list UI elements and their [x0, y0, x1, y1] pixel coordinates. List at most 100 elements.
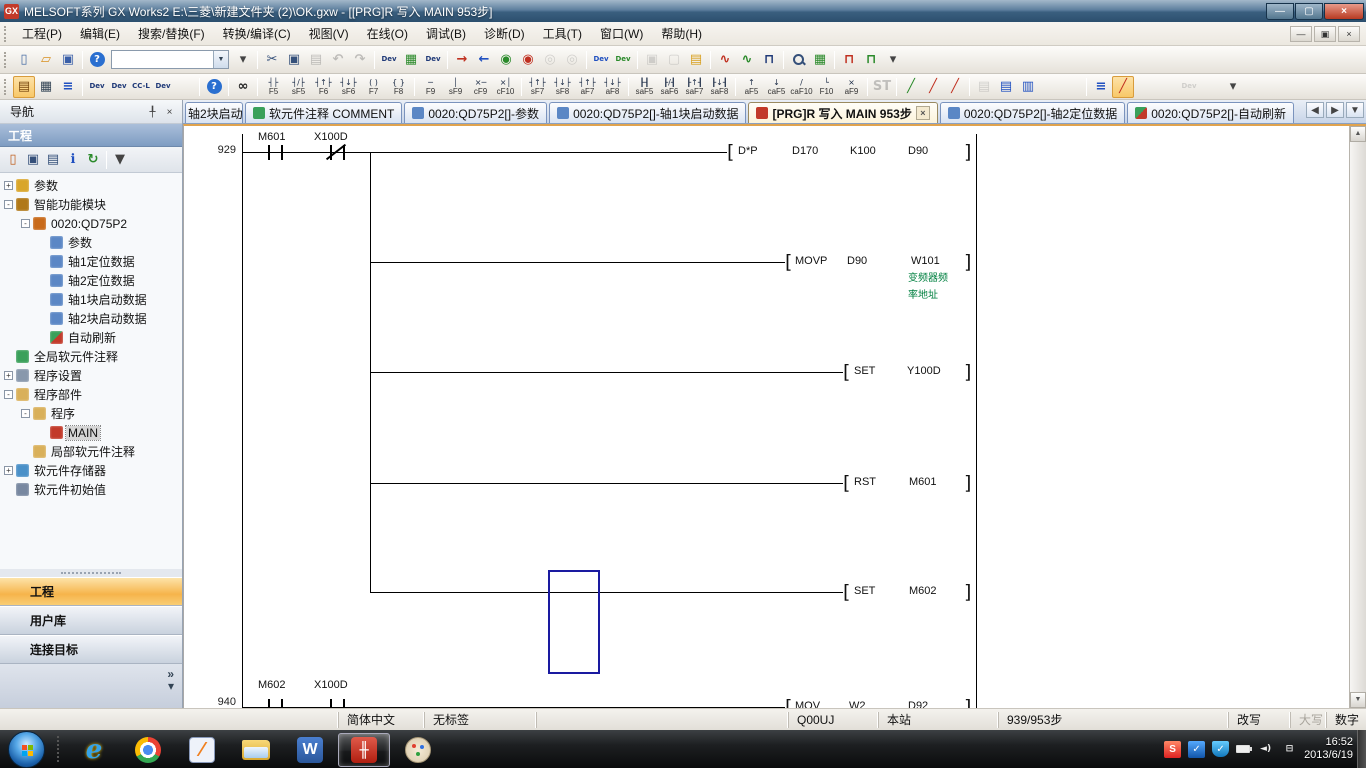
remote-operation[interactable]: ▢	[663, 49, 685, 71]
close-button[interactable]: ×	[1324, 3, 1364, 20]
cut[interactable]: ✂	[261, 49, 283, 71]
filter-dropdown[interactable]: ▼	[110, 150, 130, 170]
ladder-symbol-key[interactable]: └ F10	[814, 75, 839, 98]
write-mode-search[interactable]	[1156, 76, 1178, 98]
toolbar-options-1[interactable]: ▾	[232, 49, 254, 71]
internet-explorer[interactable]: e	[68, 733, 120, 767]
device-find[interactable]	[174, 76, 196, 98]
menu-item[interactable]: 在线(O)	[358, 22, 417, 45]
show-desktop-button[interactable]	[1357, 730, 1366, 768]
watch-combo[interactable]: ▼	[111, 50, 229, 69]
tab-auto-refresh[interactable]: 0020:QD75P2[]-自动刷新	[1127, 102, 1294, 123]
child-close-button[interactable]: ×	[1338, 26, 1360, 42]
device-cc-link[interactable]: CC-L	[130, 76, 152, 98]
note-edit[interactable]: ▥	[1017, 76, 1039, 98]
windows-explorer[interactable]	[230, 733, 282, 767]
monitor-resume[interactable]: ◎	[561, 49, 583, 71]
ladder-symbol-key[interactable]: ( ) F7	[361, 75, 386, 98]
ladder-symbol-key[interactable]: ┤↓├ sF8	[550, 75, 575, 98]
find-binoculars[interactable]: ∞	[232, 76, 254, 98]
edit-ladder[interactable]: ╱	[900, 76, 922, 98]
ladder-symbol-key[interactable]: ┤↓├ aF8	[600, 75, 625, 98]
device-read[interactable]: Dev	[590, 49, 612, 71]
maximize-button[interactable]: ▢	[1295, 3, 1323, 20]
ladder-symbol-key[interactable]: ┠/┨ saF6	[657, 75, 682, 98]
panel-close-icon[interactable]: ×	[161, 104, 178, 120]
paint[interactable]	[392, 733, 444, 767]
verify-with-plc[interactable]: ▣	[641, 49, 663, 71]
monitor-start[interactable]: ◉	[495, 49, 517, 71]
ladder-symbol-key[interactable]: ┤↓├ sF6	[336, 75, 361, 98]
scan-time-graph[interactable]: ⊓	[860, 49, 882, 71]
pin-icon[interactable]: ╀	[144, 104, 161, 120]
vertical-scrollbar[interactable]: ▲ ▼	[1349, 126, 1366, 708]
battery-tray[interactable]	[1236, 745, 1250, 753]
menu-item[interactable]: 视图(V)	[300, 22, 358, 45]
menu-item[interactable]: 搜索/替换(F)	[129, 22, 214, 45]
edit-coil[interactable]: ╱	[944, 76, 966, 98]
sampling-trace-red[interactable]: ∿	[714, 49, 736, 71]
tree-program-setting[interactable]: + 程序设置	[0, 366, 182, 385]
tree-expander[interactable]: -	[21, 219, 30, 228]
views-menu-icon[interactable]: ▾	[168, 680, 174, 692]
save-project[interactable]: ▣	[57, 49, 79, 71]
gx-works2[interactable]: ╫	[338, 733, 390, 767]
view-connection[interactable]: 连接目标	[0, 635, 182, 664]
redo[interactable]: ↷	[349, 49, 371, 71]
device-memory-window[interactable]: Dev	[108, 76, 130, 98]
device-write[interactable]: Dev	[612, 49, 634, 71]
tree-parameter[interactable]: + 参数	[0, 176, 182, 195]
statement-insert[interactable]: ▤	[973, 76, 995, 98]
ladder-symbol-key[interactable]: ↑ aF5	[739, 75, 764, 98]
view-project[interactable]: 工程	[0, 577, 182, 606]
menu-item[interactable]: 编辑(E)	[71, 22, 129, 45]
transfer-setup[interactable]: ▤	[685, 49, 707, 71]
device-comment-window[interactable]: Dev	[86, 76, 108, 98]
minimize-button[interactable]: —	[1266, 3, 1294, 20]
scroll-up-icon[interactable]: ▲	[1350, 126, 1366, 142]
ladder-symbol-key[interactable]: ─ F9	[418, 75, 443, 98]
statement-edit[interactable]: ▤	[995, 76, 1017, 98]
new-data[interactable]: ▯	[3, 150, 23, 170]
device-comment-search[interactable]: Dev	[378, 49, 400, 71]
tree-qd75p2[interactable]: - 0020:QD75P2	[0, 214, 182, 233]
monitor-stop[interactable]: ◉	[517, 49, 539, 71]
ladder-symbol-key[interactable]: ┤├ F5	[261, 75, 286, 98]
ladder-symbol-key[interactable]: ┤↑├ sF7	[525, 75, 550, 98]
zoom-tool[interactable]	[1200, 76, 1222, 98]
ladder-symbol-key[interactable]: ┠↑┨ saF7	[682, 75, 707, 98]
read-from-plc[interactable]: ←	[473, 49, 495, 71]
ladder-canvas[interactable]: 929M601X100D[D*PD170K100D90][MOVPD90W101…	[184, 126, 1349, 708]
taskbar-clock[interactable]: 16:52 2013/6/19	[1304, 736, 1353, 762]
ladder-symbol-key[interactable]: ×─ cF9	[468, 75, 493, 98]
tab-list-menu-icon[interactable]: ▼	[1346, 102, 1364, 118]
undo[interactable]: ↶	[327, 49, 349, 71]
start-button[interactable]	[8, 731, 45, 768]
tab-device-comment[interactable]: 软元件注释 COMMENT	[245, 102, 402, 123]
tab-scroll-right-icon[interactable]: ▶	[1326, 102, 1344, 118]
monitor-pause[interactable]: ◎	[539, 49, 561, 71]
watch-register[interactable]: ▦	[809, 49, 831, 71]
tab-qd75-param[interactable]: 0020:QD75P2[]-参数	[404, 102, 547, 123]
view-user-library[interactable]: 用户库	[0, 606, 182, 635]
open-project[interactable]: ▱	[35, 49, 57, 71]
tab-axis2-positioning[interactable]: 0020:QD75P2[]-轴2定位数据	[940, 102, 1125, 123]
ladder-symbol-key[interactable]: ┤↑├ F6	[311, 75, 336, 98]
paste[interactable]: ▤	[305, 49, 327, 71]
edit-device-test[interactable]: ╱	[922, 76, 944, 98]
combo-dropdown-icon[interactable]: ▼	[213, 51, 228, 68]
ladder-symbol-key[interactable]: ↓ caF5	[764, 75, 789, 98]
ladder-block-list[interactable]: ≡	[1090, 76, 1112, 98]
ladder-symbol-key[interactable]: / caF10	[789, 75, 814, 98]
tree-global-comment[interactable]: 全局软元件注释	[0, 347, 182, 366]
tree-qd-param[interactable]: 参数	[0, 233, 182, 252]
menu-item[interactable]: 工具(T)	[534, 22, 591, 45]
sogou-tray[interactable]: S	[1164, 741, 1181, 758]
toolbar-options-2[interactable]: ▾	[882, 49, 904, 71]
menu-item[interactable]: 转换/编译(C)	[214, 22, 300, 45]
read-mode-search[interactable]	[1134, 76, 1156, 98]
tree-expander[interactable]: -	[4, 200, 13, 209]
scan-time-measure[interactable]: ⊓	[838, 49, 860, 71]
tab-close-icon[interactable]: ×	[916, 106, 930, 120]
tree-expander[interactable]: -	[21, 409, 30, 418]
